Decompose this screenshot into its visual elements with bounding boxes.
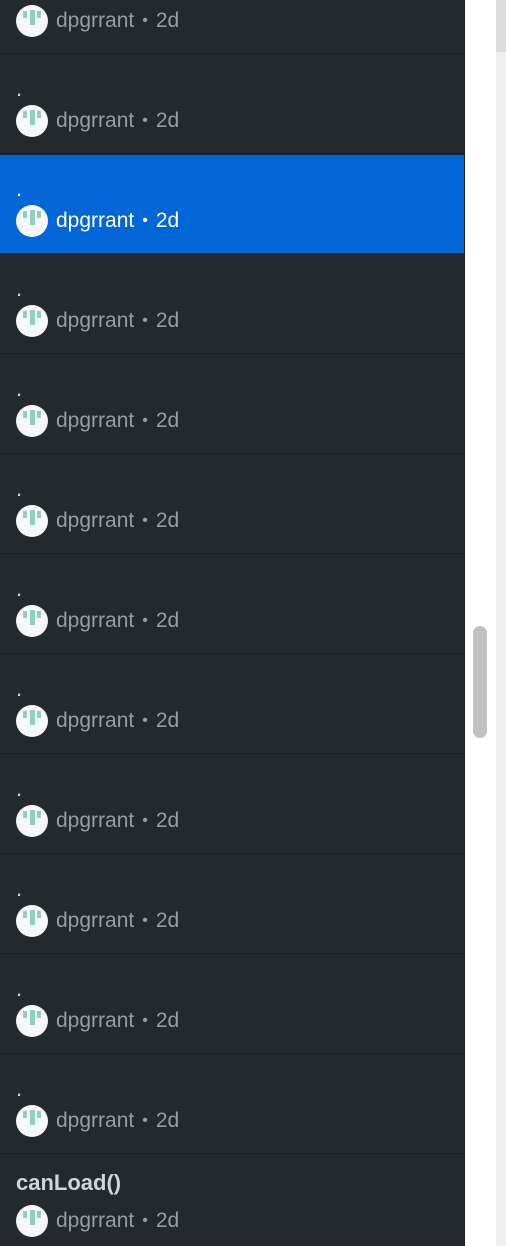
item-author: dpgrrant <box>56 109 135 132</box>
list-item[interactable]: . dpgrrant • 2d <box>0 955 464 1054</box>
item-separator: • <box>142 612 148 629</box>
item-author: dpgrrant <box>56 9 135 32</box>
list-item[interactable]: dpgrrant • 2d <box>0 0 464 54</box>
item-separator: • <box>142 412 148 429</box>
item-author: dpgrrant <box>56 209 135 232</box>
list-item[interactable]: canLoad() dpgrrant • 2d <box>0 1155 464 1246</box>
item-title: . <box>16 476 23 501</box>
item-age: 2d <box>155 1109 180 1132</box>
item-author: dpgrrant <box>56 309 135 332</box>
item-age: 2d <box>155 309 180 332</box>
item-meta: dpgrrant • 2d <box>16 705 179 737</box>
avatar-icon <box>16 5 48 37</box>
item-author: dpgrrant <box>56 409 135 432</box>
item-meta: dpgrrant • 2d <box>16 1205 179 1237</box>
list-item[interactable]: . dpgrrant • 2d <box>0 255 464 354</box>
avatar-icon <box>16 1205 48 1237</box>
list-item-selected[interactable]: . dpgrrant • 2d <box>0 155 464 254</box>
avatar-icon <box>16 905 48 937</box>
item-author: dpgrrant <box>56 1109 135 1132</box>
item-age: 2d <box>155 609 180 632</box>
list-item[interactable]: . dpgrrant • 2d <box>0 55 464 154</box>
item-age: 2d <box>155 509 180 532</box>
avatar-icon <box>16 305 48 337</box>
avatar-icon <box>16 505 48 537</box>
item-author: dpgrrant <box>56 1209 135 1232</box>
item-meta: dpgrrant • 2d <box>16 805 179 837</box>
list-item[interactable]: . dpgrrant • 2d <box>0 855 464 954</box>
item-author: dpgrrant <box>56 1009 135 1032</box>
item-title: . <box>16 376 23 401</box>
item-title: canLoad() <box>16 1170 122 1195</box>
item-meta: dpgrrant • 2d <box>16 905 179 937</box>
item-meta: dpgrrant • 2d <box>16 1105 179 1137</box>
item-title: . <box>16 1076 23 1101</box>
item-separator: • <box>142 1012 148 1029</box>
list-item[interactable]: . dpgrrant • 2d <box>0 755 464 854</box>
item-meta: dpgrrant • 2d <box>16 605 179 637</box>
item-author: dpgrrant <box>56 609 135 632</box>
item-separator: • <box>142 1212 148 1229</box>
item-author: dpgrrant <box>56 709 135 732</box>
item-meta: dpgrrant • 2d <box>16 305 179 337</box>
item-age: 2d <box>155 209 180 232</box>
item-title: . <box>16 676 23 701</box>
item-age: 2d <box>155 909 180 932</box>
item-title: . <box>16 76 23 101</box>
avatar-icon <box>16 405 48 437</box>
item-meta: dpgrrant • 2d <box>16 5 179 37</box>
item-age: 2d <box>155 9 180 32</box>
avatar-icon <box>16 1105 48 1137</box>
item-separator: • <box>142 212 148 229</box>
item-age: 2d <box>155 709 180 732</box>
item-title: . <box>16 276 23 301</box>
list-item[interactable]: . dpgrrant • 2d <box>0 655 464 754</box>
item-author: dpgrrant <box>56 509 135 532</box>
item-title: . <box>16 576 23 601</box>
item-age: 2d <box>155 109 180 132</box>
item-separator: • <box>142 912 148 929</box>
commit-list-panel: dpgrrant • 2d . dpgrrant • 2d . dpgrrant… <box>0 0 465 1246</box>
item-meta: dpgrrant • 2d <box>16 1005 179 1037</box>
item-meta: dpgrrant • 2d <box>16 505 179 537</box>
list-item[interactable]: . dpgrrant • 2d <box>0 355 464 454</box>
item-separator: • <box>142 112 148 129</box>
list-item[interactable]: . dpgrrant • 2d <box>0 455 464 554</box>
item-author: dpgrrant <box>56 809 135 832</box>
item-separator: • <box>142 312 148 329</box>
item-separator: • <box>142 512 148 529</box>
list-item[interactable]: . dpgrrant • 2d <box>0 1055 464 1154</box>
item-separator: • <box>142 812 148 829</box>
item-separator: • <box>142 712 148 729</box>
list-item[interactable]: . dpgrrant • 2d <box>0 555 464 654</box>
item-age: 2d <box>155 409 180 432</box>
item-age: 2d <box>155 1209 180 1232</box>
scrollbar-track[interactable] <box>465 0 495 1246</box>
item-age: 2d <box>155 1009 180 1032</box>
item-meta: dpgrrant • 2d <box>16 405 179 437</box>
avatar-icon <box>16 705 48 737</box>
item-age: 2d <box>155 809 180 832</box>
avatar-icon <box>16 605 48 637</box>
item-title: . <box>16 776 23 801</box>
avatar-icon <box>16 105 48 137</box>
avatar-icon <box>16 805 48 837</box>
avatar-icon <box>16 205 48 237</box>
item-separator: • <box>142 1112 148 1129</box>
item-title: . <box>16 176 23 201</box>
item-separator: • <box>142 12 148 29</box>
item-author: dpgrrant <box>56 909 135 932</box>
scrollbar-thumb[interactable] <box>473 626 487 738</box>
outer-scrollbar-thumb[interactable] <box>496 0 506 52</box>
avatar-icon <box>16 1005 48 1037</box>
item-meta: dpgrrant • 2d <box>16 105 179 137</box>
item-title: . <box>16 876 23 901</box>
item-meta: dpgrrant • 2d <box>16 205 179 237</box>
window-edge <box>496 0 506 1246</box>
item-title: . <box>16 976 23 1001</box>
